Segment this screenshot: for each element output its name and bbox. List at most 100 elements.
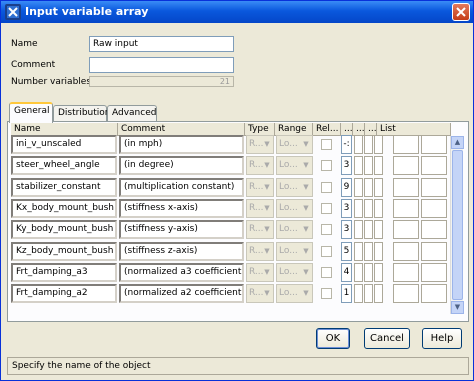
row-extra-cell[interactable] (354, 284, 363, 303)
row-list-cell[interactable] (421, 284, 447, 303)
scroll-down-icon[interactable]: ▼ (451, 301, 464, 314)
row-extra-cell[interactable] (374, 135, 383, 154)
name-field[interactable]: Raw input (89, 36, 234, 52)
row-extra-cell[interactable] (354, 199, 363, 218)
row-extra-cell[interactable] (374, 156, 383, 175)
row-value-cell[interactable]: 4 (341, 263, 352, 282)
row-value-cell[interactable]: 3 (341, 199, 352, 218)
row-extra-cell[interactable] (364, 284, 373, 303)
row-list-cell[interactable] (393, 135, 419, 154)
row-extra-cell[interactable] (354, 263, 363, 282)
row-list-cell[interactable] (393, 220, 419, 239)
row-range-select[interactable]: Lo... ▼ (276, 156, 313, 175)
row-rel-checkbox[interactable] (321, 224, 332, 235)
row-name-cell[interactable]: Frt_damping_a2 (11, 284, 117, 303)
row-comment-cell[interactable]: (stiffness z-axis) (119, 242, 244, 261)
row-rel-checkbox[interactable] (321, 203, 332, 214)
row-comment-cell[interactable]: (normalized a2 coefficient) (119, 284, 244, 303)
column-header-rel[interactable]: Rel... (313, 123, 341, 136)
row-range-select[interactable]: Lo... ▼ (276, 199, 313, 218)
row-comment-cell[interactable]: (in degree) (119, 156, 244, 175)
row-extra-cell[interactable] (364, 263, 373, 282)
row-name-cell[interactable]: Frt_damping_a3 (11, 263, 117, 282)
row-list-cell[interactable] (421, 178, 447, 197)
row-value-cell[interactable]: 5 (341, 242, 352, 261)
row-value-cell[interactable]: -: (341, 135, 352, 154)
row-list-cell[interactable] (393, 242, 419, 261)
row-type-select[interactable]: R... ▼ (246, 263, 274, 282)
row-value-cell[interactable]: 3 (341, 156, 352, 175)
help-button[interactable]: Help (422, 328, 462, 349)
comment-field[interactable] (89, 57, 234, 73)
row-list-cell[interactable] (393, 199, 419, 218)
row-range-select[interactable]: Lo... ▼ (276, 242, 313, 261)
row-extra-cell[interactable] (364, 156, 373, 175)
row-name-cell[interactable]: Kz_body_mount_bush (11, 242, 117, 261)
row-extra-cell[interactable] (354, 220, 363, 239)
row-name-cell[interactable]: Ky_body_mount_bush (11, 220, 117, 239)
row-name-cell[interactable]: ini_v_unscaled (11, 135, 117, 154)
row-comment-cell[interactable]: (in mph) (119, 135, 244, 154)
row-name-cell[interactable]: steer_wheel_angle (11, 156, 117, 175)
row-rel-checkbox[interactable] (321, 182, 332, 193)
row-list-cell[interactable] (393, 178, 419, 197)
row-type-select[interactable]: R... ▼ (246, 135, 274, 154)
row-extra-cell[interactable] (374, 242, 383, 261)
row-list-cell[interactable] (421, 135, 447, 154)
row-list-cell[interactable] (393, 263, 419, 282)
row-range-select[interactable]: Lo... ▼ (276, 135, 313, 154)
row-name-cell[interactable]: Kx_body_mount_bush (11, 199, 117, 218)
row-extra-cell[interactable] (354, 178, 363, 197)
row-extra-cell[interactable] (354, 156, 363, 175)
row-extra-cell[interactable] (374, 284, 383, 303)
row-list-cell[interactable] (393, 156, 419, 175)
row-extra-cell[interactable] (364, 135, 373, 154)
row-extra-cell[interactable] (364, 199, 373, 218)
row-type-select[interactable]: R... ▼ (246, 156, 274, 175)
row-range-select[interactable]: Lo... ▼ (276, 284, 313, 303)
row-comment-cell[interactable]: (normalized a3 coefficient) (119, 263, 244, 282)
row-rel-checkbox[interactable] (321, 288, 332, 299)
tab-distribution[interactable]: Distribution (53, 105, 111, 122)
row-list-cell[interactable] (421, 156, 447, 175)
row-list-cell[interactable] (393, 284, 419, 303)
row-type-select[interactable]: R... ▼ (246, 242, 274, 261)
row-extra-cell[interactable] (354, 242, 363, 261)
row-rel-checkbox[interactable] (321, 246, 332, 257)
row-extra-cell[interactable] (374, 263, 383, 282)
tab-general[interactable]: General (9, 102, 53, 123)
row-extra-cell[interactable] (374, 199, 383, 218)
row-comment-cell[interactable]: (stiffness y-axis) (119, 220, 244, 239)
row-extra-cell[interactable] (354, 135, 363, 154)
row-range-select[interactable]: Lo... ▼ (276, 220, 313, 239)
row-rel-checkbox[interactable] (321, 160, 332, 171)
row-value-cell[interactable]: 1 (341, 284, 352, 303)
tab-advanced[interactable]: Advanced (107, 105, 157, 122)
row-type-select[interactable]: R... ▼ (246, 220, 274, 239)
row-value-cell[interactable]: 3 (341, 220, 352, 239)
row-comment-cell[interactable]: (stiffness x-axis) (119, 199, 244, 218)
row-type-select[interactable]: R... ▼ (246, 284, 274, 303)
scrollbar-thumb[interactable] (452, 150, 463, 300)
row-extra-cell[interactable] (364, 220, 373, 239)
row-list-cell[interactable] (421, 242, 447, 261)
cancel-button[interactable]: Cancel (364, 328, 410, 349)
row-extra-cell[interactable] (364, 178, 373, 197)
row-list-cell[interactable] (421, 199, 447, 218)
vertical-scrollbar[interactable]: ▲ ▼ (450, 136, 464, 314)
title-bar[interactable]: Input variable array (1, 1, 473, 23)
row-extra-cell[interactable] (374, 178, 383, 197)
row-type-select[interactable]: R... ▼ (246, 178, 274, 197)
row-list-cell[interactable] (421, 263, 447, 282)
row-name-cell[interactable]: stabilizer_constant (11, 178, 117, 197)
row-type-select[interactable]: R... ▼ (246, 199, 274, 218)
scroll-up-icon[interactable]: ▲ (451, 136, 464, 149)
row-value-cell[interactable]: 9 (341, 178, 352, 197)
row-rel-checkbox[interactable] (321, 139, 332, 150)
row-list-cell[interactable] (421, 220, 447, 239)
row-comment-cell[interactable]: (multiplication constant) (119, 178, 244, 197)
row-extra-cell[interactable] (374, 220, 383, 239)
row-rel-checkbox[interactable] (321, 267, 332, 278)
close-button[interactable] (452, 3, 470, 21)
ok-button[interactable]: OK (316, 328, 350, 349)
